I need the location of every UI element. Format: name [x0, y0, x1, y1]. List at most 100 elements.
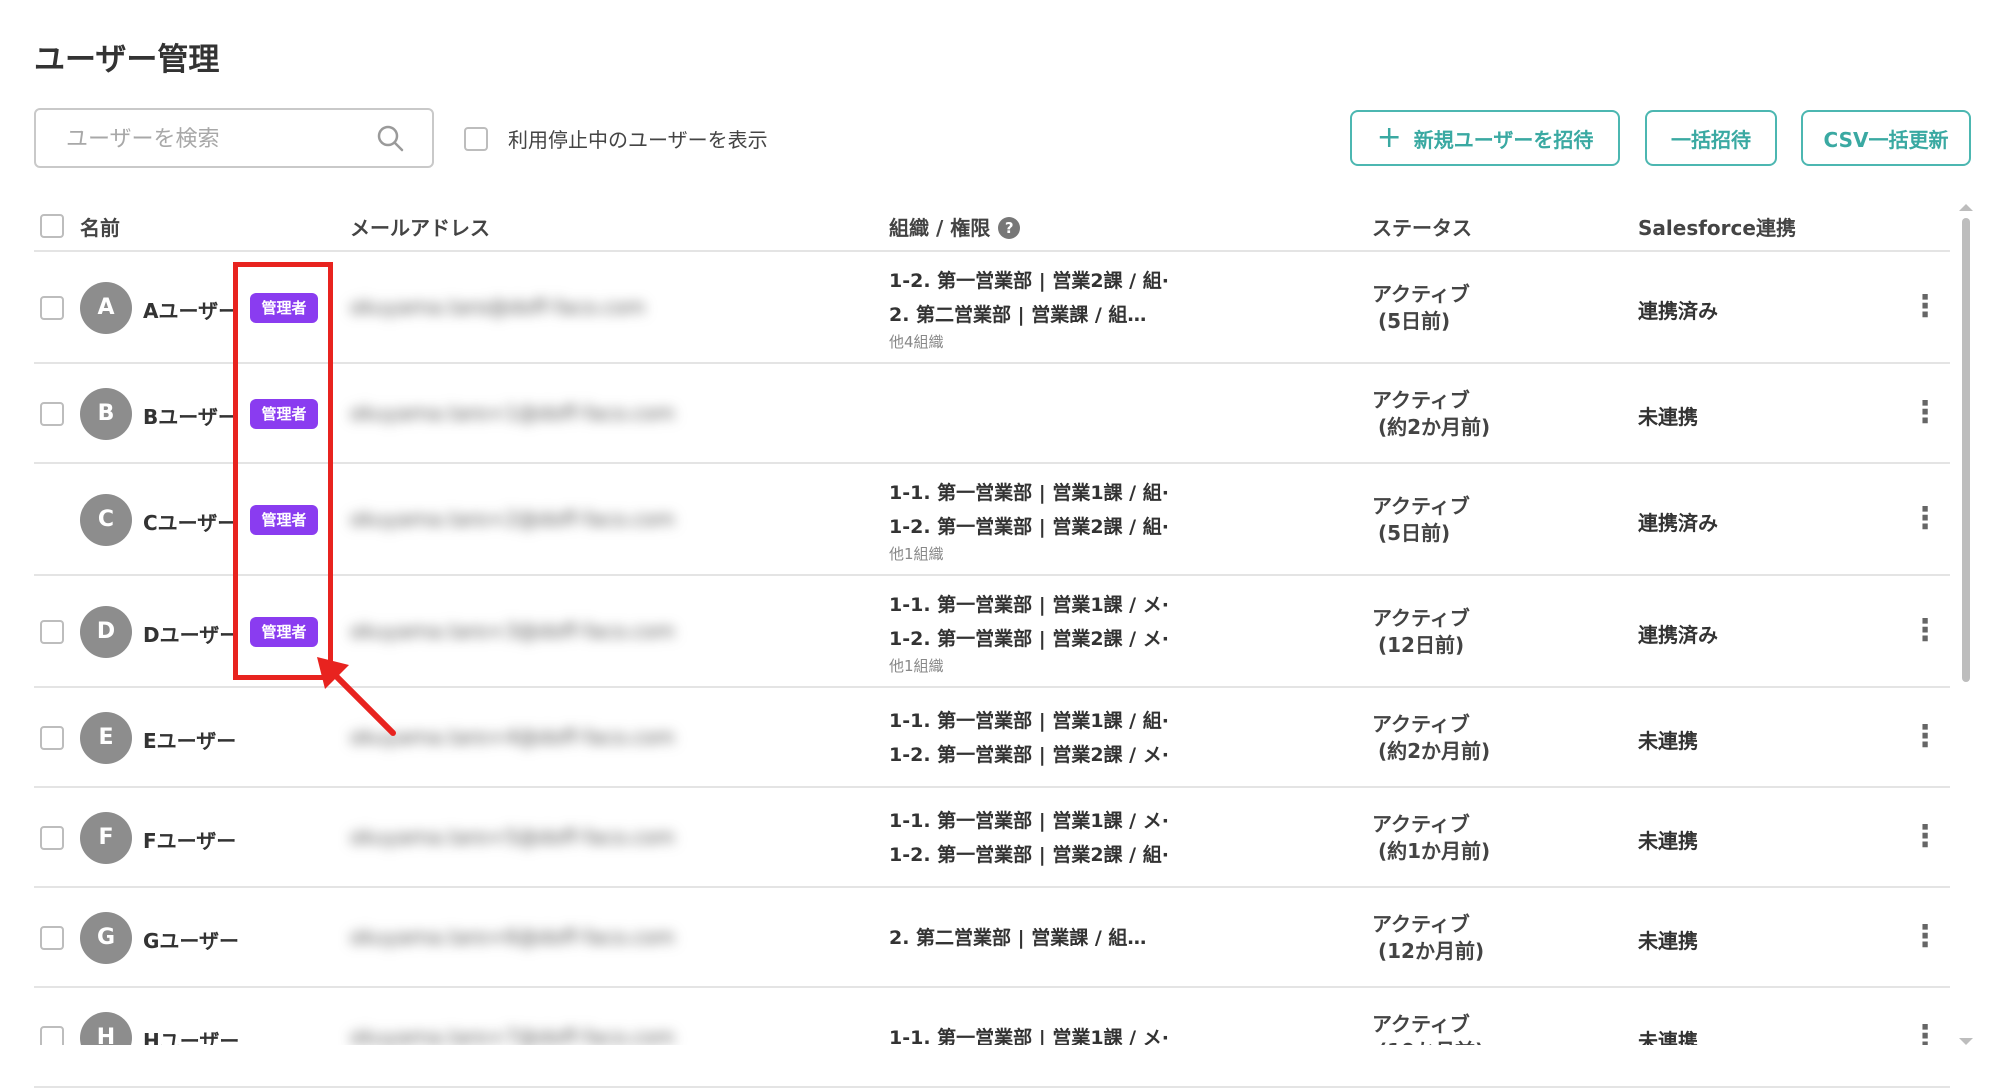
- row-checkbox[interactable]: [40, 296, 64, 320]
- more-vertical-icon[interactable]: ⋮: [1910, 504, 1940, 534]
- status-text: アクティブ: [1372, 282, 1470, 306]
- org-line: 1-2. 第一営業部 | 営業2課 / 組·: [889, 270, 1169, 292]
- row-checkbox[interactable]: [40, 620, 64, 644]
- column-header-salesforce[interactable]: Salesforce連携: [1638, 212, 1796, 240]
- status-last-active: (約2か月前): [1378, 739, 1491, 763]
- org-line: 1-2. 第一営業部 | 営業2課 / 組·: [889, 844, 1169, 866]
- row-checkbox[interactable]: [40, 402, 64, 426]
- org-more-count[interactable]: 他1組織: [889, 656, 1169, 676]
- user-name[interactable]: Fユーザー: [143, 825, 236, 854]
- user-name[interactable]: Gユーザー: [143, 925, 239, 954]
- status-last-active: (約2か月前): [1378, 415, 1491, 439]
- user-status: アクティブ (5日前): [1372, 281, 1470, 335]
- row-checkbox[interactable]: [40, 826, 64, 850]
- org-line: 1-2. 第一営業部 | 営業2課 / メ·: [889, 628, 1169, 650]
- status-last-active: (12日前): [1378, 633, 1465, 657]
- status-last-active: (5日前): [1378, 521, 1451, 545]
- user-name[interactable]: Bユーザー: [143, 401, 238, 430]
- user-name[interactable]: Aユーザー: [143, 295, 238, 324]
- org-line: 2. 第二営業部 | 営業課 / 組…: [889, 304, 1147, 326]
- status-text: アクティブ: [1372, 912, 1470, 936]
- show-suspended-label: 利用停止中のユーザーを表示: [508, 128, 768, 152]
- more-vertical-icon[interactable]: ⋮: [1910, 822, 1940, 852]
- user-name[interactable]: Eユーザー: [143, 725, 236, 754]
- scrollbar-thumb[interactable]: [1962, 218, 1970, 682]
- show-suspended-checkbox[interactable]: [464, 126, 488, 151]
- more-vertical-icon[interactable]: ⋮: [1910, 398, 1940, 428]
- org-more-count[interactable]: 他1組織: [889, 544, 1169, 564]
- bulk-invite-button[interactable]: 一括招待: [1645, 110, 1777, 166]
- org-permissions: 1-1. 第一営業部 | 営業1課 / 組· 1-2. 第一営業部 | 営業2課 …: [889, 704, 1169, 772]
- user-status: アクティブ (約2か月前): [1372, 711, 1490, 765]
- user-name[interactable]: Dユーザー: [143, 619, 239, 648]
- org-more-count[interactable]: 他4組織: [889, 332, 1169, 352]
- user-email: okuyama.taro+6@doff-faco.com: [350, 925, 675, 949]
- user-email: okuyama.taro+1@doff-faco.com: [350, 401, 675, 425]
- search-input[interactable]: [64, 110, 368, 168]
- more-vertical-icon[interactable]: ⋮: [1910, 292, 1940, 322]
- org-line: 1-1. 第一営業部 | 営業1課 / 組·: [889, 710, 1169, 732]
- avatar: F: [80, 812, 132, 864]
- org-permissions: 1-1. 第一営業部 | 営業1課 / メ· 1-2. 第一営業部 | 営業2課 …: [889, 588, 1169, 676]
- user-status: アクティブ (12日前): [1372, 605, 1470, 659]
- column-header-status[interactable]: ステータス: [1372, 212, 1472, 240]
- org-permissions: 1-1. 第一営業部 | 営業1課 / メ· 1-2. 第一営業部 | 営業2課 …: [889, 804, 1169, 872]
- user-management-page: ユーザー管理 利用停止中のユーザーを表示 + 新規ユーザーを招待 一括招待 CS…: [0, 0, 2000, 1088]
- status-text: アクティブ: [1372, 712, 1470, 736]
- org-line: 1-2. 第一営業部 | 営業2課 / メ·: [889, 744, 1169, 766]
- avatar: E: [80, 712, 132, 764]
- status-last-active: (5日前): [1378, 309, 1451, 333]
- table-row[interactable]: F Fユーザー okuyama.taro+5@doff-faco.com 1-1. 第…: [0, 788, 2000, 888]
- user-email: okuyama.taro+4@doff-faco.com: [350, 725, 675, 749]
- csv-update-button[interactable]: CSV一括更新: [1801, 110, 1971, 166]
- invite-user-button[interactable]: + 新規ユーザーを招待: [1350, 110, 1620, 166]
- salesforce-status: 未連携: [1638, 729, 1698, 753]
- table-row[interactable]: E Eユーザー okuyama.taro+4@doff-faco.com 1-1. 第…: [0, 688, 2000, 788]
- row-checkbox[interactable]: [40, 726, 64, 750]
- user-email: okuyama.taro@doff-faco.com: [350, 295, 646, 319]
- salesforce-status: 連携済み: [1638, 511, 1718, 535]
- user-name[interactable]: Cユーザー: [143, 507, 237, 536]
- column-header-name[interactable]: 名前: [80, 212, 120, 240]
- column-header-org-label: 組織 / 権限: [889, 216, 991, 240]
- salesforce-status: 未連携: [1638, 829, 1698, 853]
- scroll-down-icon[interactable]: [1959, 1038, 1973, 1045]
- more-vertical-icon[interactable]: ⋮: [1910, 722, 1940, 752]
- status-text: アクティブ: [1372, 494, 1470, 518]
- salesforce-status: 未連携: [1638, 929, 1698, 953]
- org-line: 1-1. 第一営業部 | 営業1課 / 組·: [889, 482, 1169, 504]
- org-line: 1-2. 第一営業部 | 営業2課 / 組·: [889, 516, 1169, 538]
- status-text: アクティブ: [1372, 1012, 1470, 1036]
- row-checkbox[interactable]: [40, 926, 64, 950]
- select-all-checkbox[interactable]: [40, 214, 64, 238]
- org-line: 1-1. 第一営業部 | 営業1課 / メ·: [889, 594, 1169, 616]
- scroll-up-icon[interactable]: [1959, 204, 1973, 211]
- user-email: okuyama.taro+3@doff-faco.com: [350, 619, 675, 643]
- user-status: アクティブ (5日前): [1372, 493, 1470, 547]
- status-text: アクティブ: [1372, 388, 1470, 412]
- invite-user-label: 新規ユーザーを招待: [1413, 127, 1594, 152]
- column-header-org[interactable]: 組織 / 権限?: [889, 212, 1021, 240]
- salesforce-status: 連携済み: [1638, 623, 1718, 647]
- search-icon[interactable]: [376, 124, 404, 152]
- status-text: アクティブ: [1372, 606, 1470, 630]
- org-permissions: 2. 第二営業部 | 営業課 / 組…: [889, 921, 1146, 955]
- user-status: アクティブ (約2か月前): [1372, 387, 1490, 441]
- status-last-active: (約1か月前): [1378, 839, 1491, 863]
- help-icon[interactable]: ?: [998, 217, 1021, 239]
- show-suspended-filter[interactable]: 利用停止中のユーザーを表示: [464, 124, 768, 153]
- more-vertical-icon[interactable]: ⋮: [1910, 616, 1940, 646]
- csv-update-label: CSV一括更新: [1823, 127, 1949, 152]
- avatar: C: [80, 494, 132, 546]
- avatar: G: [80, 912, 132, 964]
- column-header-email[interactable]: メールアドレス: [350, 212, 490, 240]
- org-permissions: 1-1. 第一営業部 | 営業1課 / 組· 1-2. 第一営業部 | 営業2課 …: [889, 476, 1169, 564]
- user-status: アクティブ (約1か月前): [1372, 811, 1490, 865]
- avatar: B: [80, 388, 132, 440]
- more-vertical-icon[interactable]: ⋮: [1910, 922, 1940, 952]
- search-box[interactable]: [34, 108, 434, 168]
- user-status: アクティブ (12か月前): [1372, 911, 1484, 965]
- status-last-active: (12か月前): [1378, 939, 1485, 963]
- annotation-arrow-icon: [317, 657, 396, 736]
- table-row[interactable]: G Gユーザー okuyama.taro+6@doff-faco.com 2. 第二営…: [0, 888, 2000, 988]
